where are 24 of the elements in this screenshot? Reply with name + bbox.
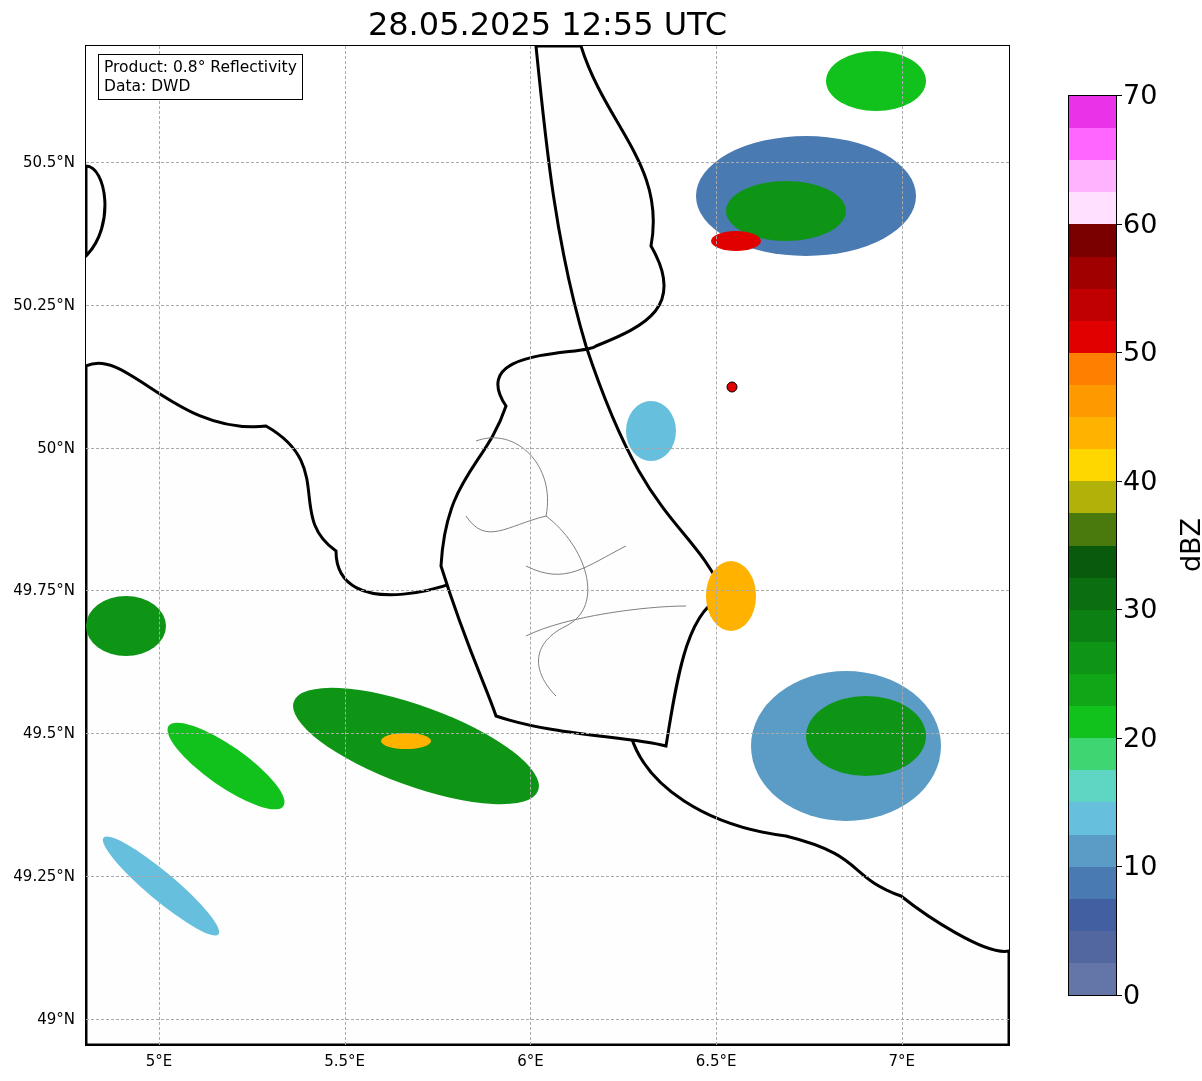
axis-tick-label: 49°N [37, 1009, 75, 1028]
colorbar-tick-label: 30 [1123, 594, 1158, 625]
colorbar-tick-label: 10 [1123, 851, 1158, 882]
legend-text: Product: 0.8° Reflectivity [104, 58, 297, 77]
axis-tick-label: 6.5°E [695, 1052, 737, 1070]
axis-tick-label: 50°N [37, 438, 75, 457]
legend-text: Data: DWD [104, 77, 192, 96]
axis-tick-label: 7°E [888, 1052, 916, 1070]
colorbar-tick-label: 20 [1123, 722, 1158, 753]
axis-tick-label: 5°E [145, 1052, 173, 1070]
colorbar-label: dBZ [1176, 517, 1202, 573]
axis-tick-label: 49.75°N [13, 581, 75, 600]
colorbar-tick-label: 40 [1123, 465, 1158, 496]
axis-tick-label: 6°E [517, 1052, 544, 1070]
axis-tick-label: 49.25°N [13, 867, 75, 885]
colorbar-tick-label: 70 [1123, 80, 1158, 110]
colorbar-tick-label: 60 [1123, 208, 1158, 239]
colorbar-tick-label: 50 [1123, 337, 1158, 368]
axis-tick-label: 50.5°N [22, 153, 75, 171]
chart-title: 28.05.2025 12:55 UTC [366, 4, 729, 44]
axis-tick-label: 49.5°N [22, 724, 75, 743]
colorbar-tick-label: 0 [1123, 980, 1141, 1010]
axis-tick-label: 50.25°N [13, 295, 75, 314]
axis-tick-label: 5.5°E [324, 1052, 366, 1070]
